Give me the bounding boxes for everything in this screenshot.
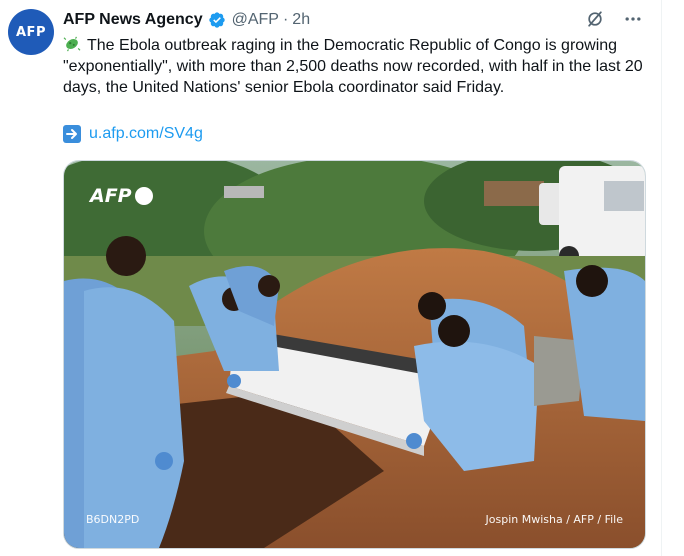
author-name[interactable]: AFP News Agency bbox=[63, 11, 203, 29]
burial-photo bbox=[64, 161, 645, 548]
watermark-dot-icon bbox=[134, 187, 153, 205]
author-handle[interactable]: @AFP bbox=[232, 11, 279, 29]
timestamp[interactable]: 2h bbox=[292, 11, 310, 29]
verified-badge-icon bbox=[208, 12, 225, 28]
tweet-body: The Ebola outbreak raging in the Democra… bbox=[63, 37, 643, 96]
page-scrollbar[interactable] bbox=[661, 0, 684, 556]
right-arrow-icon bbox=[63, 125, 81, 143]
image-id: B6DN2PD bbox=[86, 513, 140, 526]
tweet-actions bbox=[584, 8, 644, 30]
tweet-header: AFP News Agency @AFP · 2h bbox=[63, 9, 310, 31]
photo-credit: Jospin Mwisha / AFP / File bbox=[485, 513, 624, 526]
avatar[interactable]: AFP bbox=[8, 9, 54, 55]
tweet-media-photo[interactable]: AFP B6DN2PD Jospin Mwisha / AFP / File bbox=[63, 160, 646, 549]
microbe-icon bbox=[63, 36, 81, 52]
watermark-text: AFP bbox=[90, 185, 132, 207]
tweet-text: The Ebola outbreak raging in the Democra… bbox=[63, 35, 663, 98]
tweet-link[interactable]: u.afp.com/SV4g bbox=[89, 124, 203, 144]
more-icon[interactable] bbox=[622, 8, 644, 30]
tweet[interactable]: AFP AFP News Agency @AFP · 2h The Ebola … bbox=[0, 0, 684, 556]
separator: · bbox=[282, 11, 289, 28]
afp-watermark: AFP bbox=[90, 185, 153, 207]
link-line: u.afp.com/SV4g bbox=[63, 124, 203, 144]
avatar-text: AFP bbox=[16, 24, 46, 40]
grok-icon[interactable] bbox=[584, 8, 606, 30]
